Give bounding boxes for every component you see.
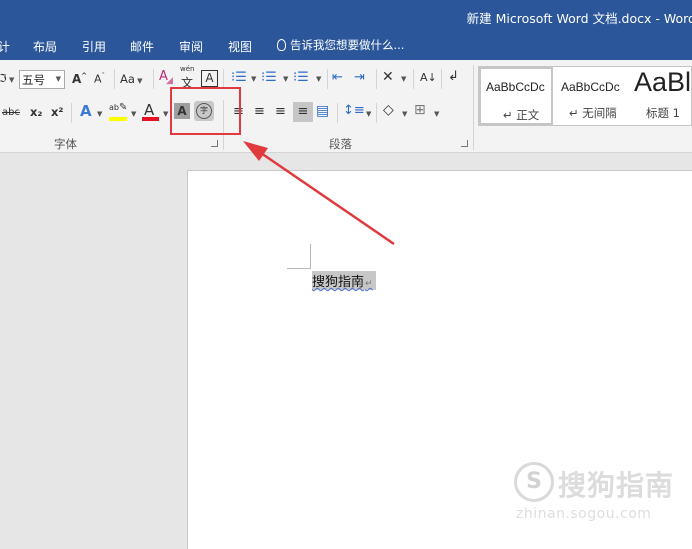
watermark-logo: S [514,462,554,502]
watermark-text: 搜狗指南 [558,469,675,502]
watermark-url: zhinan.sogou.com [516,506,652,522]
